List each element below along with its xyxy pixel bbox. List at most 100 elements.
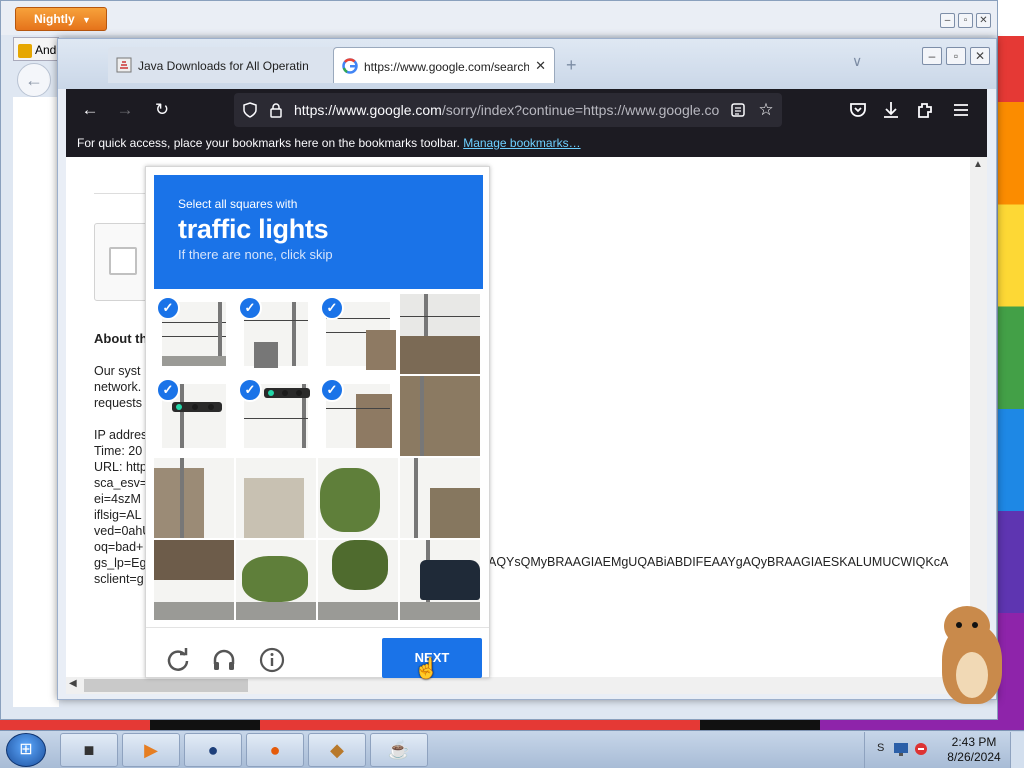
- bookmark-star-icon[interactable]: ☆: [758, 101, 774, 118]
- captcha-tile[interactable]: [400, 376, 480, 456]
- skip-hint-text: If there are none, click skip: [178, 247, 333, 262]
- back-button[interactable]: ←: [17, 63, 51, 97]
- close-button[interactable]: ✕: [976, 13, 991, 28]
- bookmarks-toolbar: For quick access, place your bookmarks h…: [66, 131, 987, 157]
- recaptcha-checkbox[interactable]: [109, 247, 137, 275]
- tab-title: https://www.google.com/search: [364, 60, 529, 74]
- street-scene-image: [236, 458, 316, 538]
- vertical-scrollbar[interactable]: ▲: [970, 157, 987, 677]
- close-button[interactable]: ✕: [970, 47, 990, 65]
- street-scene-image: [400, 376, 480, 456]
- captcha-tile[interactable]: [154, 540, 234, 620]
- maximize-button[interactable]: ▫: [958, 13, 973, 28]
- street-scene-image: [400, 458, 480, 538]
- download-icon[interactable]: [879, 98, 903, 122]
- show-desktop-button[interactable]: [1010, 732, 1024, 768]
- menu-icon[interactable]: [949, 98, 973, 122]
- captcha-tile[interactable]: ✓: [154, 294, 234, 374]
- scrollbar-thumb[interactable]: [84, 679, 248, 692]
- taskbar-media-player[interactable]: ▶: [122, 733, 180, 767]
- challenge-header: Select all squares with traffic lights I…: [154, 175, 483, 289]
- url-text[interactable]: https://www.google.com/sorry/index?conti…: [294, 102, 724, 120]
- extensions-icon[interactable]: [913, 98, 937, 122]
- taskbar-java[interactable]: ☕: [370, 733, 428, 767]
- captcha-tile[interactable]: ✓: [236, 376, 316, 456]
- captcha-tile[interactable]: [318, 540, 398, 620]
- captcha-tile[interactable]: ✓: [236, 294, 316, 374]
- new-tab-button[interactable]: +: [566, 55, 577, 76]
- selected-checkmark-icon: ✓: [320, 296, 344, 320]
- pocket-icon[interactable]: [846, 98, 870, 122]
- scroll-left-arrow-icon[interactable]: ◀: [69, 678, 77, 689]
- selected-checkmark-icon: ✓: [156, 296, 180, 320]
- manage-bookmarks-link[interactable]: Manage bookmarks…: [463, 136, 580, 150]
- tab-list-button[interactable]: ∨: [852, 53, 862, 70]
- url-domain: https://www.google.com: [294, 102, 442, 118]
- recaptcha-challenge: Select all squares with traffic lights I…: [145, 166, 490, 678]
- captcha-tile[interactable]: [400, 294, 480, 374]
- selected-checkmark-icon: ✓: [320, 378, 344, 402]
- target-object-text: traffic lights: [178, 214, 329, 244]
- tab-title: Java Downloads for All Operating: [138, 59, 308, 73]
- security-shield-icon[interactable]: [913, 742, 929, 756]
- hamster-desktop-pet[interactable]: [936, 604, 1006, 704]
- hamster-app-icon: ◆: [330, 740, 344, 760]
- background-tab-label: And: [35, 43, 57, 57]
- captcha-tile[interactable]: [236, 540, 316, 620]
- lock-icon[interactable]: [268, 102, 284, 118]
- street-scene-image: [318, 458, 398, 538]
- forward-button[interactable]: →: [113, 98, 137, 122]
- tray-letter: S: [877, 742, 885, 754]
- clock[interactable]: 2:43 PM 8/26/2024: [940, 735, 1008, 765]
- window-controls: – ▫ ✕: [922, 47, 990, 65]
- taskbar: ⊞ ■ ▶ ● ● ◆ ☕ S 2:43 PM 8/26/2024: [0, 730, 1024, 768]
- hand-cursor-icon: ☝: [414, 658, 439, 680]
- info-icon[interactable]: [258, 646, 286, 674]
- navigation-toolbar: ← → ↻ https://www.google.com/sorry/index…: [66, 89, 987, 131]
- background-titlebar: Nightly ▼ – ▫ ✕: [1, 1, 997, 35]
- captcha-tile[interactable]: [154, 458, 234, 538]
- street-scene-image: [154, 458, 234, 538]
- close-tab-icon[interactable]: ✕: [535, 58, 546, 74]
- scroll-up-arrow-icon[interactable]: ▲: [973, 159, 983, 170]
- taskbar-app-1[interactable]: ■: [60, 733, 118, 767]
- hamster-belly: [956, 652, 988, 698]
- captcha-tile[interactable]: [400, 458, 480, 538]
- captcha-tile[interactable]: ✓: [318, 376, 398, 456]
- clock-date: 8/26/2024: [947, 750, 1001, 764]
- captcha-tile[interactable]: [236, 458, 316, 538]
- address-bar[interactable]: https://www.google.com/sorry/index?conti…: [234, 93, 782, 127]
- background-tab[interactable]: And: [13, 37, 59, 61]
- selected-checkmark-icon: ✓: [156, 378, 180, 402]
- selected-checkmark-icon: ✓: [238, 378, 262, 402]
- start-button[interactable]: ⊞: [6, 733, 46, 767]
- reader-view-icon[interactable]: [730, 102, 746, 118]
- captcha-tile[interactable]: [400, 540, 480, 620]
- minimize-button[interactable]: –: [922, 47, 942, 65]
- system-tray: S: [864, 732, 940, 768]
- tab-google-search[interactable]: https://www.google.com/search ✕: [333, 47, 555, 83]
- captcha-tile[interactable]: [318, 458, 398, 538]
- minimize-button[interactable]: –: [940, 13, 955, 28]
- windows-logo-icon: ⊞: [19, 741, 33, 758]
- taskbar-firefox[interactable]: ●: [246, 733, 304, 767]
- taskbar-globe-app[interactable]: ●: [184, 733, 242, 767]
- taskbar-bonzi-app[interactable]: ◆: [308, 733, 366, 767]
- url-path: /sorry/index?continue=https://www.google…: [441, 102, 720, 118]
- maximize-button[interactable]: ▫: [946, 47, 966, 65]
- nightly-menu-button[interactable]: Nightly ▼: [15, 7, 107, 31]
- tab-favicon-icon: [18, 43, 32, 58]
- captcha-tile[interactable]: ✓: [318, 294, 398, 374]
- horizontal-scrollbar[interactable]: ◀: [66, 677, 970, 694]
- reload-button[interactable]: ↻: [150, 98, 174, 122]
- audio-challenge-icon[interactable]: [210, 646, 238, 674]
- tracking-protection-shield-icon[interactable]: [242, 102, 258, 118]
- captcha-tile[interactable]: ✓: [154, 376, 234, 456]
- media-player-icon: ▶: [144, 740, 158, 760]
- network-icon[interactable]: [893, 742, 909, 756]
- reload-challenge-icon[interactable]: [164, 646, 192, 674]
- back-button[interactable]: ←: [78, 98, 102, 122]
- image-grid: ✓ ✓ ✓ ✓ ✓ ✓: [154, 294, 481, 621]
- street-scene-image: [400, 540, 480, 620]
- selected-checkmark-icon: ✓: [238, 296, 262, 320]
